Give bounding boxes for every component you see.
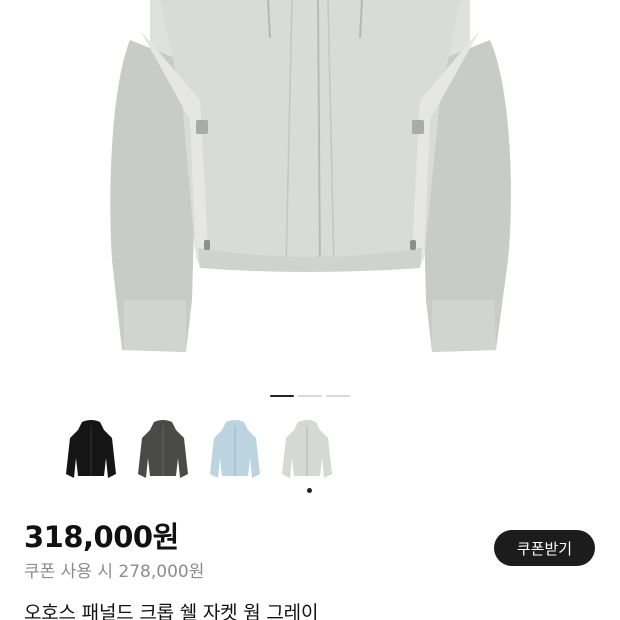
- color-option-charcoal[interactable]: [132, 418, 194, 484]
- pagination-dot[interactable]: [326, 395, 350, 397]
- color-option-sky-blue[interactable]: [204, 418, 266, 484]
- image-pagination: [270, 395, 350, 397]
- jacket-illustration: [110, 0, 511, 352]
- coupon-price: 쿠폰 사용 시 278,000원: [24, 562, 205, 582]
- product-title: 오호스 패널드 크롭 쉘 자켓 웜 그레이: [24, 602, 319, 620]
- pagination-dot-active[interactable]: [270, 395, 294, 397]
- selected-color-indicator: [307, 488, 312, 493]
- product-price: 318,000원: [24, 520, 179, 554]
- product-main-image[interactable]: [0, 0, 620, 380]
- get-coupon-button[interactable]: 쿠폰받기: [494, 530, 595, 566]
- color-option-black[interactable]: [60, 418, 122, 484]
- color-options: [60, 418, 338, 484]
- pagination-dot[interactable]: [298, 395, 322, 397]
- color-option-gray[interactable]: [276, 418, 338, 484]
